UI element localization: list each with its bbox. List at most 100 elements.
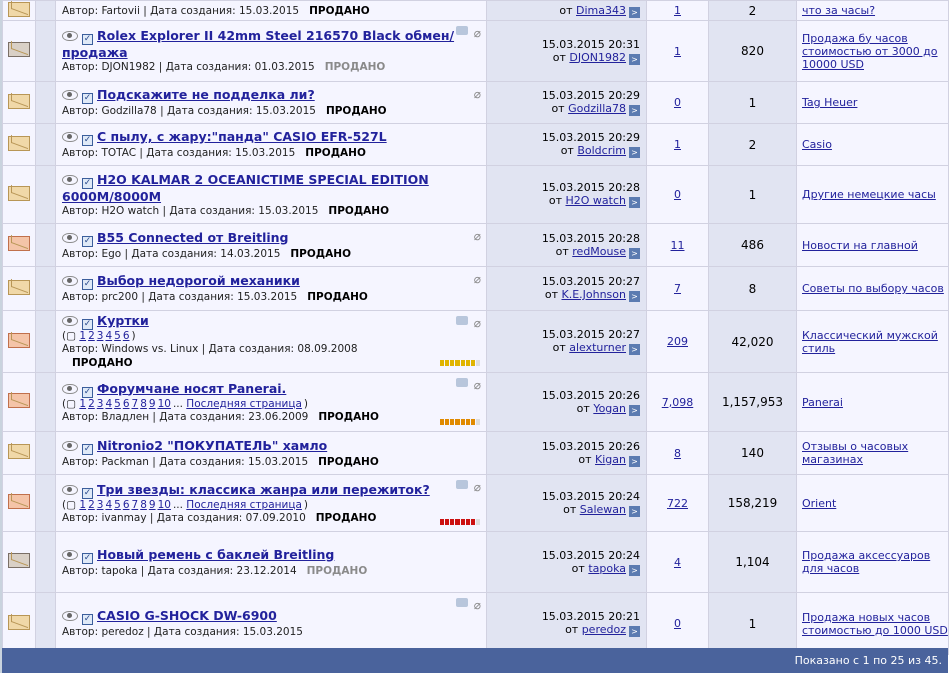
last-post-user-link[interactable]: Salewan: [580, 503, 626, 516]
page-link[interactable]: 1: [79, 499, 86, 511]
checkbox-icon[interactable]: ✓: [82, 319, 93, 330]
page-link[interactable]: 6: [123, 398, 130, 410]
page-link[interactable]: 3: [97, 499, 104, 511]
thread-title-link[interactable]: CASIO G-SHOCK DW-6900: [97, 608, 277, 623]
forum-link[interactable]: Продажа новых часов стоимостью до 1000 U…: [802, 611, 948, 637]
eye-icon[interactable]: [62, 611, 78, 621]
page-link[interactable]: 2: [88, 398, 95, 410]
replies-link[interactable]: 0: [674, 617, 681, 630]
thread-title-link[interactable]: Куртки: [97, 313, 149, 328]
thread-title-link[interactable]: Три звезды: классика жанра или пережиток…: [97, 482, 430, 497]
eye-icon[interactable]: [62, 31, 78, 41]
checkbox-icon[interactable]: ✓: [82, 235, 93, 247]
last-post-user-link[interactable]: Boldcrim: [577, 144, 626, 157]
replies-link[interactable]: 722: [667, 497, 688, 510]
thread-title-link[interactable]: Форумчане носят Panerai.: [97, 381, 286, 396]
checkbox-icon[interactable]: ✓: [82, 487, 93, 499]
checkbox-icon[interactable]: ✓: [82, 614, 93, 625]
eye-icon[interactable]: [62, 90, 78, 100]
eye-icon[interactable]: [62, 174, 78, 185]
page-link[interactable]: 4: [105, 398, 112, 410]
checkbox-icon[interactable]: ✓: [82, 386, 93, 398]
thread-title-link[interactable]: Rolex Explorer II 42mm Steel 216570 Blac…: [62, 28, 454, 60]
page-link[interactable]: 10: [158, 398, 171, 410]
eye-icon[interactable]: [62, 232, 78, 243]
page-link[interactable]: 8: [140, 499, 147, 511]
last-post-user-link[interactable]: redMouse: [572, 245, 626, 258]
page-link[interactable]: 1: [79, 330, 86, 342]
go-to-last-post-icon[interactable]: >: [629, 291, 640, 302]
thread-title-link[interactable]: Подскажите не подделка ли?: [97, 87, 315, 102]
page-link[interactable]: 6: [123, 499, 130, 511]
last-post-user-link[interactable]: tapoka: [588, 562, 626, 575]
forum-link[interactable]: Новости на главной: [802, 239, 918, 252]
replies-link[interactable]: 0: [674, 96, 681, 109]
eye-icon[interactable]: [62, 132, 78, 142]
checkbox-icon[interactable]: ✓: [82, 552, 93, 564]
eye-icon[interactable]: [62, 316, 78, 326]
page-link[interactable]: 7: [132, 398, 139, 410]
forum-link[interactable]: Casio: [802, 138, 832, 151]
go-to-last-post-icon[interactable]: >: [629, 247, 640, 259]
thread-title-link[interactable]: С пылу, с жару:"панда" CASIO EFR-527L: [97, 129, 387, 144]
go-to-last-post-icon[interactable]: >: [629, 626, 640, 637]
eye-icon[interactable]: [62, 440, 78, 451]
forum-link[interactable]: Panerai: [802, 396, 843, 409]
page-link[interactable]: 10: [158, 499, 171, 511]
page-link[interactable]: 5: [114, 499, 121, 511]
forum-link[interactable]: что за часы?: [802, 4, 875, 17]
forum-link[interactable]: Советы по выбору часов: [802, 282, 944, 295]
last-page-link[interactable]: Последняя страница: [186, 398, 302, 410]
checkbox-icon[interactable]: ✓: [82, 177, 93, 189]
forum-link[interactable]: Tag Heuer: [802, 96, 857, 109]
last-post-user-link[interactable]: Kigan: [595, 453, 626, 466]
last-post-user-link[interactable]: DJON1982: [569, 51, 626, 64]
thread-title-link[interactable]: Новый ремень с баклей Breitling: [97, 547, 334, 562]
forum-link[interactable]: Классический мужской стиль: [802, 329, 938, 355]
forum-link[interactable]: Другие немецкие часы: [802, 188, 936, 201]
thread-title-link[interactable]: Nitronio2 "ПОКУПАТЕЛЬ" хамло: [97, 438, 327, 453]
go-to-last-post-icon[interactable]: >: [629, 105, 640, 116]
last-post-user-link[interactable]: H2O watch: [566, 194, 627, 207]
page-link[interactable]: 5: [114, 398, 121, 410]
page-link[interactable]: 4: [105, 499, 112, 511]
go-to-last-post-icon[interactable]: >: [629, 404, 640, 416]
checkbox-icon[interactable]: ✓: [82, 443, 93, 455]
replies-link[interactable]: 11: [671, 239, 685, 252]
page-link[interactable]: 1: [79, 398, 86, 410]
eye-icon[interactable]: [62, 276, 78, 286]
page-link[interactable]: 9: [149, 499, 156, 511]
replies-link[interactable]: 1: [674, 138, 681, 151]
last-post-user-link[interactable]: Godzilla78: [568, 102, 626, 115]
eye-icon[interactable]: [62, 484, 78, 495]
page-link[interactable]: 3: [97, 398, 104, 410]
page-link[interactable]: 4: [105, 330, 112, 342]
thread-title-link[interactable]: H2O KALMAR 2 OCEANICTIME SPECIAL EDITION…: [62, 172, 429, 204]
replies-link[interactable]: 1: [674, 45, 681, 58]
go-to-last-post-icon[interactable]: >: [629, 147, 640, 158]
forum-link[interactable]: Продажа бу часов стоимостью от 3000 до 1…: [802, 32, 938, 71]
last-post-user-link[interactable]: alexturner: [569, 341, 626, 354]
replies-link[interactable]: 7: [674, 282, 681, 295]
go-to-last-post-icon[interactable]: >: [629, 197, 640, 208]
go-to-last-post-icon[interactable]: >: [629, 505, 640, 517]
page-link[interactable]: 6: [123, 330, 130, 342]
forum-link[interactable]: Отзывы о часовых магазинах: [802, 440, 908, 466]
replies-link[interactable]: 0: [674, 188, 681, 201]
go-to-last-post-icon[interactable]: >: [629, 53, 640, 65]
replies-link[interactable]: 7,098: [662, 396, 694, 409]
go-to-last-post-icon[interactable]: >: [629, 455, 640, 467]
go-to-last-post-icon[interactable]: >: [629, 564, 640, 576]
replies-link[interactable]: 209: [667, 335, 688, 348]
page-link[interactable]: 5: [114, 330, 121, 342]
go-to-last-post-icon[interactable]: >: [629, 6, 640, 18]
page-link[interactable]: 7: [132, 499, 139, 511]
page-link[interactable]: 3: [97, 330, 104, 342]
checkbox-icon[interactable]: ✓: [82, 279, 93, 290]
replies-link[interactable]: 1: [674, 4, 681, 17]
last-post-user-link[interactable]: Dima343: [576, 4, 626, 17]
forum-link[interactable]: Orient: [802, 497, 836, 510]
checkbox-icon[interactable]: ✓: [82, 135, 93, 146]
go-to-last-post-icon[interactable]: >: [629, 344, 640, 355]
last-post-user-link[interactable]: peredoz: [582, 623, 626, 636]
